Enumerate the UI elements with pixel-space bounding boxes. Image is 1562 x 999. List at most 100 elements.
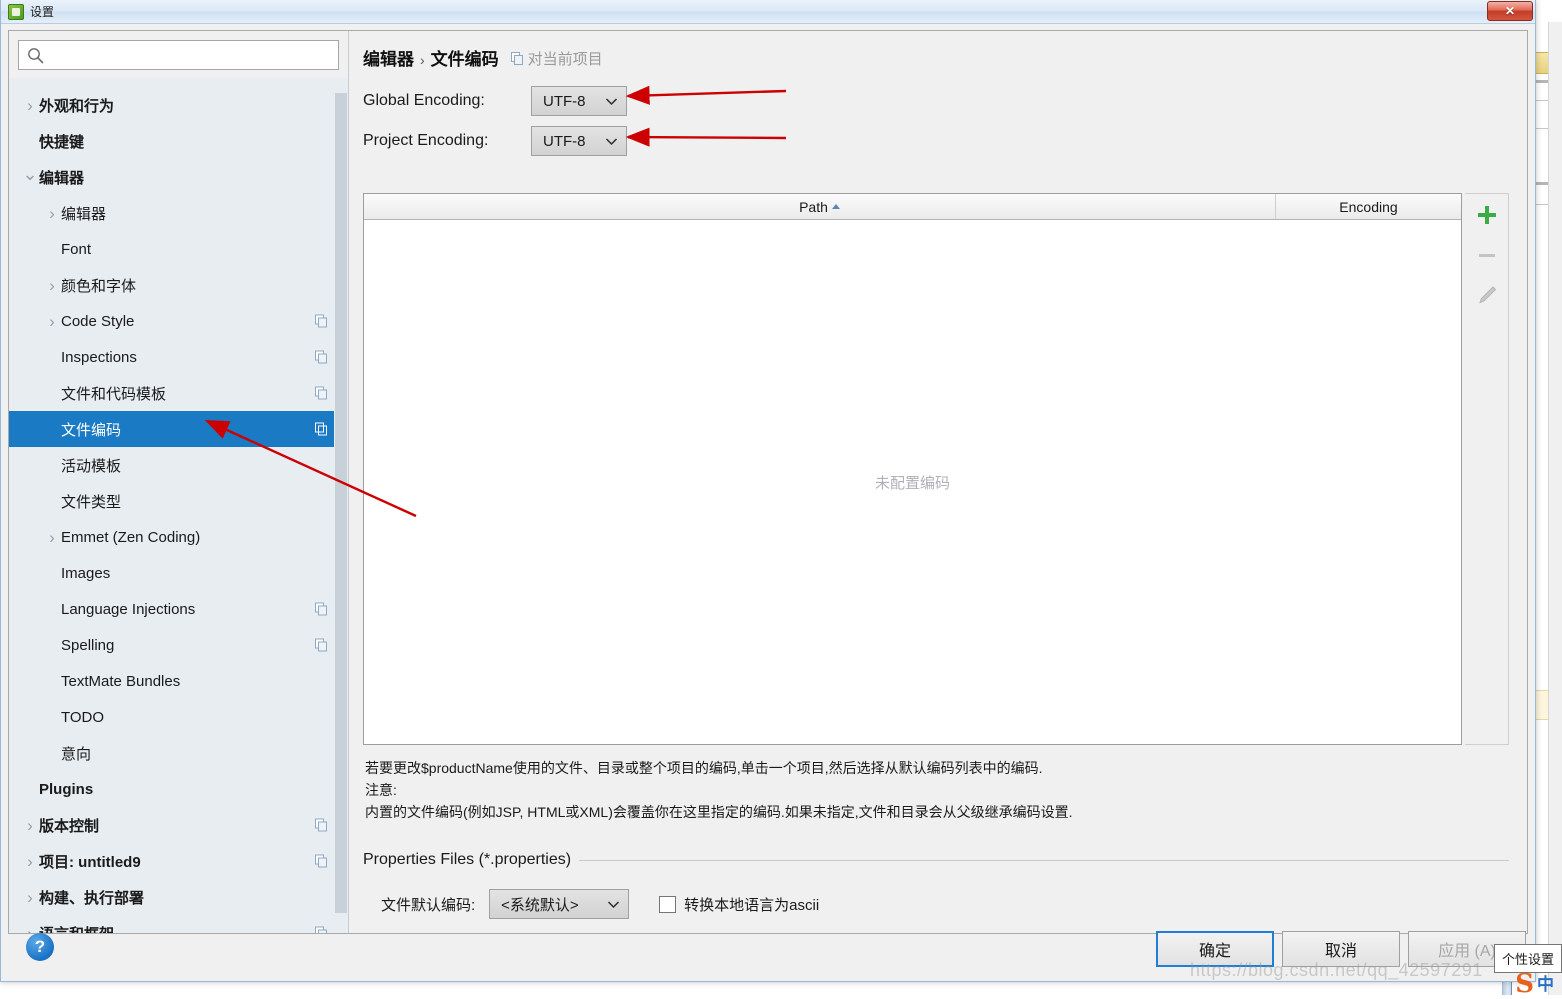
minus-icon	[1476, 244, 1498, 266]
background-window-scrollbar[interactable]	[1548, 22, 1562, 995]
breadcrumb-separator: ›	[420, 52, 425, 68]
copy-badge-icon	[511, 52, 524, 65]
sidebar-item-label: 外观和行为	[39, 95, 114, 116]
sidebar-item-18[interactable]: 意向	[9, 735, 348, 771]
sidebar-item-15[interactable]: Spelling	[9, 627, 348, 663]
sidebar-item-16[interactable]: TextMate Bundles	[9, 663, 348, 699]
close-window-button[interactable]: ✕	[1487, 1, 1533, 21]
sidebar-item-label: TODO	[61, 709, 104, 726]
chevron-down-icon[interactable]: ⌄	[21, 165, 39, 183]
global-encoding-select[interactable]: UTF-8	[531, 86, 627, 116]
table-header-row: Path Encoding	[364, 194, 1461, 220]
default-encoding-select[interactable]: <系统默认>	[489, 889, 629, 919]
chevron-right-icon[interactable]: ›	[21, 97, 39, 114]
remove-button[interactable]	[1474, 242, 1500, 268]
chevron-right-icon[interactable]: ›	[43, 313, 61, 330]
chevron-right-icon[interactable]: ›	[43, 205, 61, 222]
ime-indicator[interactable]: S 中	[1515, 973, 1554, 995]
default-encoding-value: <系统默认>	[501, 894, 579, 915]
app-icon	[8, 4, 24, 20]
transparent-native-checkbox[interactable]	[659, 896, 676, 913]
ime-mode-label: 中	[1537, 975, 1554, 995]
footer-button-0[interactable]: 确定	[1156, 931, 1274, 967]
sidebar-item-3[interactable]: ›编辑器	[9, 195, 348, 231]
sidebar-item-5[interactable]: ›颜色和字体	[9, 267, 348, 303]
sidebar-item-label: 文件类型	[61, 491, 121, 512]
encodings-table[interactable]: Path Encoding 未配置编码	[363, 193, 1462, 745]
global-encoding-value: UTF-8	[543, 93, 586, 110]
sidebar-item-label: Code Style	[61, 313, 134, 330]
sidebar-item-12[interactable]: ›Emmet (Zen Coding)	[9, 519, 348, 555]
project-encoding-select[interactable]: UTF-8	[531, 126, 627, 156]
sidebar-item-label: 文件编码	[61, 419, 121, 440]
sidebar-item-21[interactable]: ›项目: untitled9	[9, 843, 348, 879]
sidebar-item-4[interactable]: Font	[9, 231, 348, 267]
chevron-right-icon[interactable]: ›	[43, 277, 61, 294]
global-encoding-label: Global Encoding:	[363, 92, 531, 110]
chevron-right-icon[interactable]: ›	[21, 853, 39, 870]
sidebar-item-label: 活动模板	[61, 455, 121, 476]
sidebar-scrollbar-thumb[interactable]	[335, 93, 347, 913]
sidebar-item-8[interactable]: 文件和代码模板	[9, 375, 348, 411]
chevron-right-icon[interactable]: ›	[21, 817, 39, 834]
dialog-footer: ? 确定取消应用 (A)	[8, 931, 1528, 975]
sidebar-item-label: Font	[61, 241, 91, 258]
column-header-path-label: Path	[799, 199, 828, 215]
sidebar-item-label: Language Injections	[61, 601, 195, 618]
sidebar-item-label: 快捷键	[39, 131, 84, 152]
sort-ascending-icon	[832, 204, 840, 209]
column-header-encoding[interactable]: Encoding	[1276, 194, 1461, 219]
copy-badge-icon	[315, 819, 328, 832]
breadcrumb: 编辑器 › 文件编码 对当前项目	[363, 45, 1509, 70]
table-body[interactable]: 未配置编码	[364, 220, 1461, 744]
sidebar-item-22[interactable]: ›构建、执行部署	[9, 879, 348, 915]
copy-badge-icon	[315, 639, 328, 652]
settings-dialog: 设置 ✕ ›外观和行为快捷键⌄编辑器›编辑器Font›颜色和字体›Code	[0, 0, 1536, 982]
transparent-native-checkbox-wrap[interactable]: 转换本地语言为ascii	[659, 894, 819, 915]
group-divider	[579, 860, 1509, 861]
dialog-body: ›外观和行为快捷键⌄编辑器›编辑器Font›颜色和字体›Code StyleIn…	[1, 24, 1535, 981]
sidebar-item-9[interactable]: 文件编码	[9, 411, 348, 447]
sidebar-item-1[interactable]: 快捷键	[9, 123, 348, 159]
search-box[interactable]	[18, 40, 339, 70]
chevron-right-icon[interactable]: ›	[21, 889, 39, 906]
description-line-1: 若要更改$productName使用的文件、目录或整个项目的编码,单击一个项目,…	[365, 757, 1509, 779]
dialog-titlebar: 设置 ✕	[1, 0, 1535, 24]
sidebar-item-7[interactable]: Inspections	[9, 339, 348, 375]
sidebar-item-label: 编辑器	[61, 203, 106, 224]
sidebar-scrollbar[interactable]	[334, 87, 348, 933]
edit-button[interactable]	[1474, 282, 1500, 308]
sidebar-item-14[interactable]: Language Injections	[9, 591, 348, 627]
help-button[interactable]: ?	[26, 933, 54, 961]
description-line-3: 内置的文件编码(例如JSP, HTML或XML)会覆盖你在这里指定的编码.如果未…	[365, 801, 1509, 823]
table-toolbar	[1465, 193, 1509, 745]
sidebar-item-6[interactable]: ›Code Style	[9, 303, 348, 339]
sidebar-item-10[interactable]: 活动模板	[9, 447, 348, 483]
settings-tree[interactable]: ›外观和行为快捷键⌄编辑器›编辑器Font›颜色和字体›Code StyleIn…	[9, 87, 348, 933]
sidebar-item-13[interactable]: Images	[9, 555, 348, 591]
sidebar-item-0[interactable]: ›外观和行为	[9, 87, 348, 123]
sidebar-item-11[interactable]: 文件类型	[9, 483, 348, 519]
copy-badge-icon	[315, 315, 328, 328]
footer-button-1[interactable]: 取消	[1282, 931, 1400, 967]
properties-group-title: Properties Files (*.properties)	[363, 851, 571, 869]
project-encoding-row: Project Encoding: UTF-8	[363, 126, 1509, 156]
column-header-path[interactable]: Path	[364, 194, 1276, 219]
chevron-right-icon[interactable]: ›	[43, 529, 61, 546]
copy-badge-icon	[315, 351, 328, 364]
sidebar-item-19[interactable]: Plugins	[9, 771, 348, 807]
sidebar-item-label: 颜色和字体	[61, 275, 136, 296]
sidebar-item-17[interactable]: TODO	[9, 699, 348, 735]
breadcrumb-parent[interactable]: 编辑器	[363, 45, 414, 70]
footer-button-row: 确定取消应用 (A)	[1156, 931, 1526, 967]
project-encoding-value: UTF-8	[543, 133, 586, 150]
sidebar-item-2[interactable]: ⌄编辑器	[9, 159, 348, 195]
sidebar-item-20[interactable]: ›版本控制	[9, 807, 348, 843]
add-button[interactable]	[1474, 202, 1500, 228]
breadcrumb-note: 对当前项目	[511, 48, 603, 69]
project-encoding-label: Project Encoding:	[363, 132, 531, 150]
file-encodings-panel: 编辑器 › 文件编码 对当前项目 Global Encoding: UTF-	[349, 31, 1527, 933]
transparent-native-label: 转换本地语言为ascii	[684, 894, 819, 915]
search-input[interactable]	[50, 47, 330, 64]
table-empty-message: 未配置编码	[875, 472, 950, 493]
